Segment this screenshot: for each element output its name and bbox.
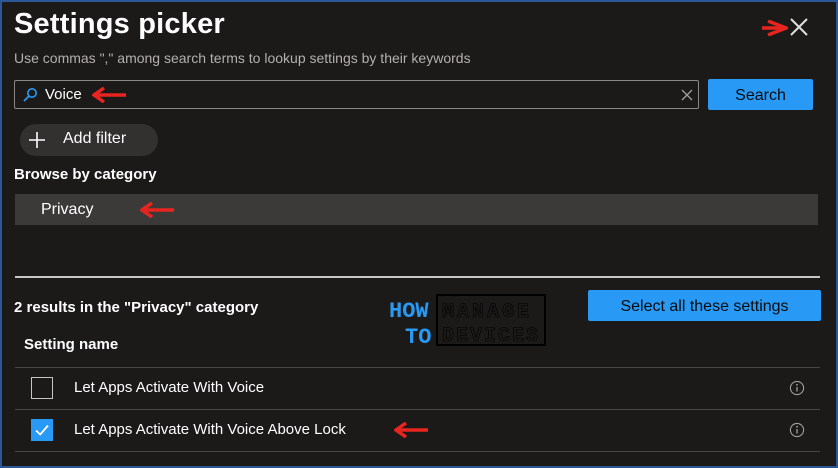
search-input[interactable] xyxy=(45,83,665,106)
results-summary: 2 results in the "Privacy" category xyxy=(14,299,259,316)
annotation-arrow-icon xyxy=(762,20,788,36)
search-button[interactable]: Search xyxy=(708,79,813,110)
add-filter-button[interactable]: Add filter xyxy=(20,124,158,156)
clear-icon[interactable] xyxy=(680,88,694,102)
section-divider xyxy=(15,276,820,278)
annotation-arrow-icon xyxy=(92,87,126,103)
dialog-title: Settings picker xyxy=(14,8,225,40)
dialog-subtitle: Use commas "," among search terms to loo… xyxy=(14,50,471,66)
annotation-arrow-icon xyxy=(394,422,428,438)
table-row[interactable]: Let Apps Activate With Voice xyxy=(15,368,820,408)
setting-name: Let Apps Activate With Voice Above Lock xyxy=(74,421,346,438)
row-checkbox[interactable] xyxy=(31,377,53,399)
plus-icon xyxy=(29,132,45,148)
watermark-to: TO xyxy=(405,325,431,348)
search-icon xyxy=(23,88,37,102)
watermark-how: HOW xyxy=(389,299,429,324)
info-icon[interactable] xyxy=(789,380,805,396)
info-icon[interactable] xyxy=(789,422,805,438)
browse-heading: Browse by category xyxy=(14,166,157,183)
annotation-arrow-icon xyxy=(140,202,174,218)
watermark-manage: MANAGE xyxy=(442,301,532,324)
setting-name: Let Apps Activate With Voice xyxy=(74,379,265,396)
row-checkbox[interactable] xyxy=(31,419,53,441)
checkmark-icon xyxy=(35,424,49,436)
select-all-button[interactable]: Select all these settings xyxy=(588,290,821,321)
add-filter-label: Add filter xyxy=(63,130,127,147)
row-divider xyxy=(15,451,820,452)
category-item-privacy[interactable]: Privacy xyxy=(15,194,818,225)
watermark-logo: HOW TO MANAGE DEVICES xyxy=(389,294,546,348)
close-icon[interactable] xyxy=(788,16,810,38)
column-header-setting-name: Setting name xyxy=(24,336,119,353)
watermark-devices: DEVICES xyxy=(442,325,540,348)
category-label: Privacy xyxy=(41,201,94,218)
